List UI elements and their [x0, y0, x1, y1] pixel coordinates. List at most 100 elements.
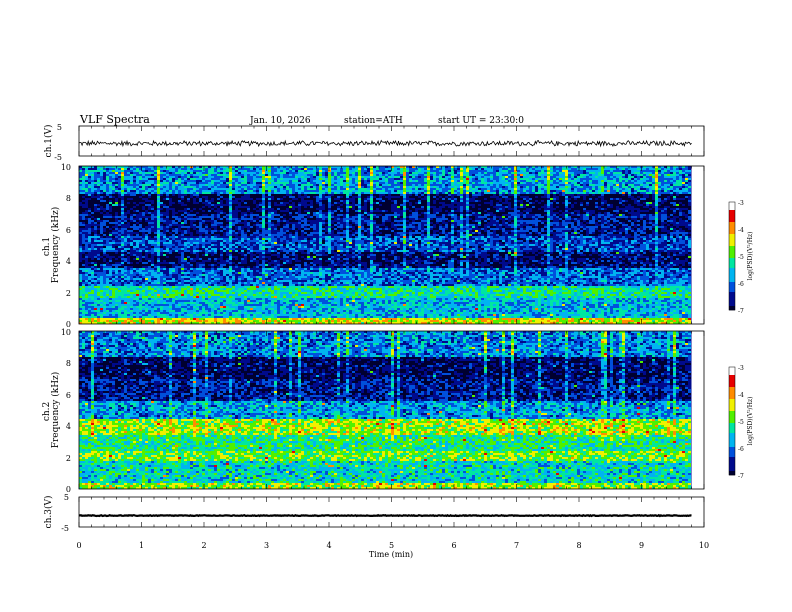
spectrogram-cell — [562, 216, 565, 218]
spectrogram-cell — [460, 176, 463, 178]
spectrogram-cell — [469, 178, 472, 180]
spectrogram-cell — [421, 188, 424, 190]
spectrogram-cell — [493, 168, 499, 170]
spectrogram-cell — [352, 206, 355, 208]
spectrogram-cell — [523, 174, 526, 176]
spectrogram-cell — [160, 180, 163, 182]
spectrogram-cell — [430, 200, 433, 202]
spectrogram-cell — [598, 220, 601, 222]
spectrogram-cell — [502, 170, 508, 172]
spectrogram-cell — [520, 196, 529, 198]
spectrogram-cell — [115, 188, 118, 190]
spectrogram-cell — [130, 210, 133, 212]
spectrogram-cell — [187, 184, 190, 186]
spectrogram-cell — [673, 214, 679, 216]
spectrogram-cell — [412, 224, 415, 226]
spectrogram-cell — [235, 208, 238, 210]
spectrogram-cell — [439, 182, 442, 184]
spectrogram-cell — [505, 194, 508, 196]
spectrogram-cell — [655, 168, 658, 170]
spectrogram-cell — [232, 218, 238, 220]
spectrogram-cell — [439, 224, 442, 226]
spectrogram-cell — [424, 184, 427, 186]
spectrogram-cell — [631, 186, 634, 188]
spectrogram-cell — [325, 174, 328, 176]
spectrogram-cell — [430, 198, 436, 200]
spectrogram-cell — [283, 184, 286, 186]
spectrogram-cell — [688, 208, 691, 210]
spectrogram-cell — [439, 178, 445, 180]
spectrogram-cell — [679, 192, 682, 194]
spectrogram-cell — [217, 228, 223, 230]
spectrogram-cell — [331, 170, 340, 172]
spectrogram-cell — [328, 192, 331, 194]
spectrogram-cell — [148, 222, 154, 224]
spectrogram-cell — [400, 192, 403, 194]
spectrogram-cell — [217, 172, 220, 174]
spectrogram-cell — [151, 172, 154, 174]
spectrogram-cell — [208, 230, 211, 232]
spectrogram-cell — [553, 210, 559, 212]
spectrogram-cell — [340, 228, 343, 230]
spectrogram-cell — [130, 172, 133, 174]
spectrogram-cell — [223, 176, 226, 178]
spectrogram-cell — [625, 168, 628, 170]
spectrogram-cell — [115, 180, 121, 182]
spectrogram-cell — [85, 180, 88, 182]
spectrogram-cell — [625, 170, 628, 172]
spectrogram-cell — [265, 224, 268, 226]
spectrogram-cell — [94, 222, 97, 224]
spectrogram-cell — [103, 168, 106, 170]
spectrogram-cell — [625, 210, 628, 212]
spectrogram-cell — [568, 186, 571, 188]
spectrogram-cell — [289, 210, 298, 212]
spectrogram-cell — [619, 182, 622, 184]
spectrogram-cell — [328, 228, 331, 230]
spectrogram-cell — [166, 198, 169, 200]
spectrogram-cell — [586, 176, 589, 178]
spectrogram-cell — [355, 226, 358, 228]
spectrogram-cell — [109, 186, 112, 188]
spectrogram-cell — [565, 210, 568, 212]
spectrogram-cell — [247, 188, 253, 190]
spectrogram-cell — [439, 202, 445, 204]
spectrogram-cell — [376, 184, 379, 186]
spectrogram-cell — [274, 190, 277, 192]
spectrogram-cell — [547, 216, 553, 218]
spectrogram-cell — [292, 224, 295, 226]
spectrogram-cell — [436, 218, 448, 220]
spectrogram-cell — [364, 212, 367, 214]
spectrogram-cell — [370, 168, 373, 170]
spectrogram-cell — [286, 214, 289, 216]
spectrogram-cell — [208, 232, 211, 234]
spectrogram-cell — [265, 228, 268, 230]
spectrogram-cell — [130, 212, 139, 214]
spectrogram-cell — [145, 204, 151, 206]
spectrogram-cell — [688, 218, 691, 220]
spectrogram-cell — [328, 232, 331, 234]
spectrogram-cell — [115, 186, 118, 188]
spectrogram-cell — [85, 224, 100, 226]
spectrogram-cell — [616, 226, 622, 228]
spectrogram-cell — [475, 232, 478, 234]
spectrogram-cell — [514, 178, 517, 180]
spectrogram-cell — [562, 212, 571, 214]
spectrogram-cell — [565, 216, 568, 218]
spectrogram-cell — [652, 184, 655, 186]
spectrogram-cell — [217, 212, 220, 214]
spectrogram-cell — [559, 174, 565, 176]
spectrogram-cell — [361, 212, 364, 214]
spectrogram-cell — [370, 204, 373, 206]
spectrogram-cell — [547, 228, 550, 230]
spectrogram-cell — [109, 168, 115, 170]
spectrogram-cell — [460, 168, 463, 170]
spectrogram-cell — [418, 184, 421, 186]
spectrogram-cell — [256, 228, 262, 230]
spectrogram-cell — [265, 182, 268, 184]
spectrogram-cell — [448, 194, 451, 196]
spectrogram-cell — [556, 194, 559, 196]
spectrogram-cell — [232, 212, 238, 214]
spectrogram-cell — [289, 174, 292, 176]
spectrogram-cell — [553, 180, 556, 182]
spectrogram-cell — [610, 186, 613, 188]
